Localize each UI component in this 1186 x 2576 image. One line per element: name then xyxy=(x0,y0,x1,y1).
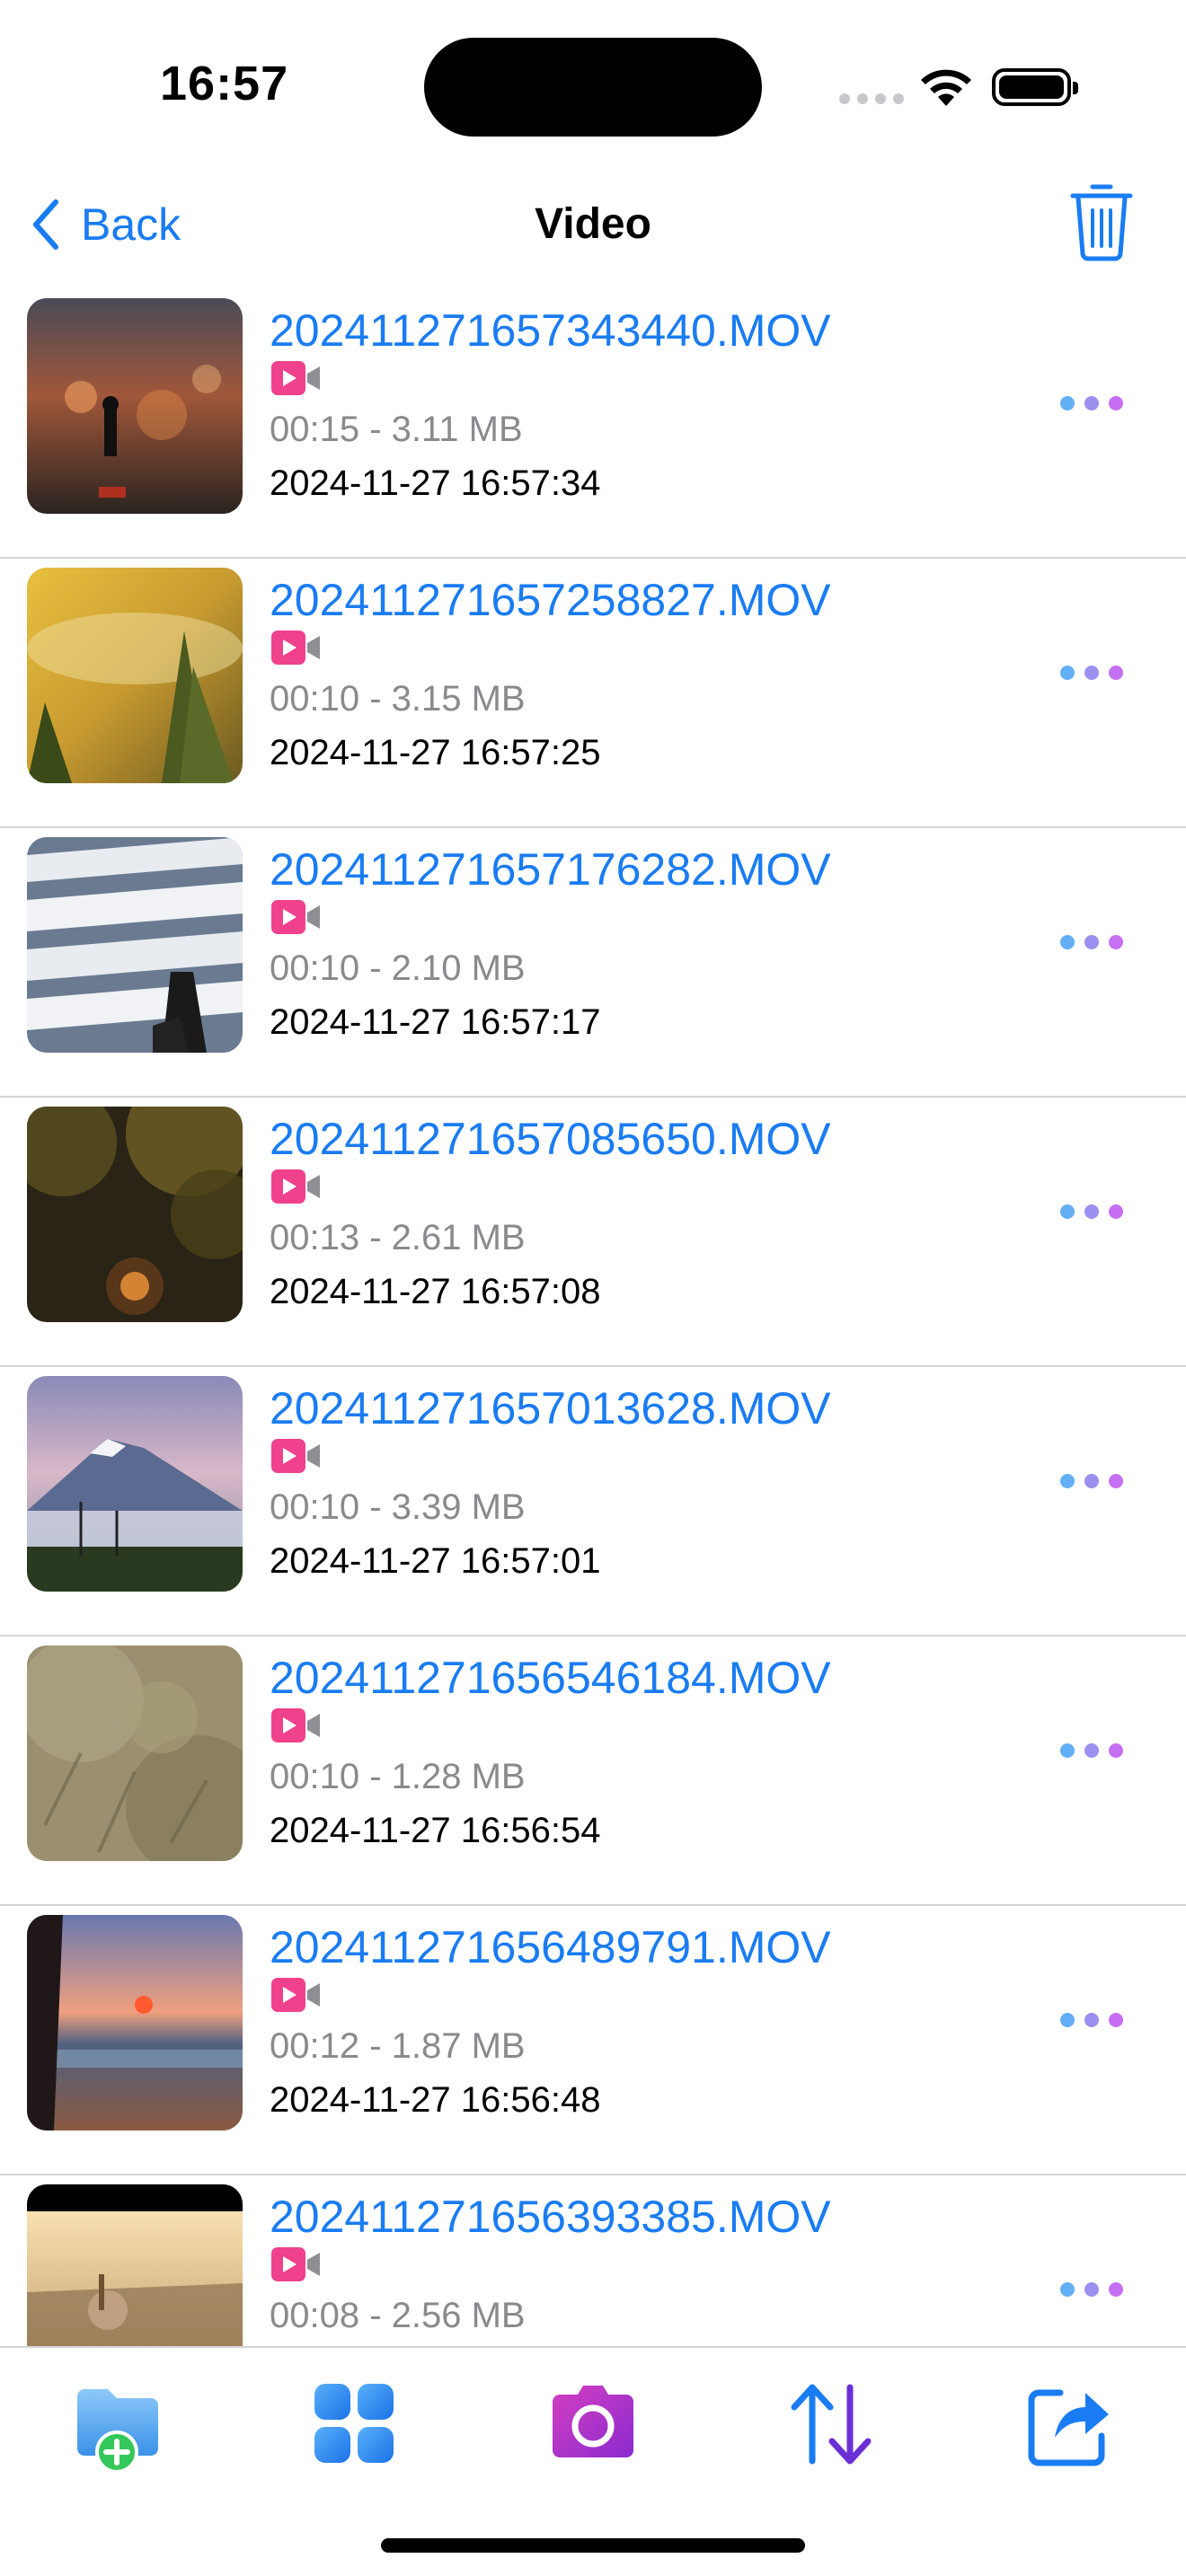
video-thumbnail xyxy=(27,1376,243,1592)
video-row[interactable]: 202411271656393385.MOV 00:08 - 2.56 MB xyxy=(0,2175,1186,2346)
video-camera-icon xyxy=(271,1169,320,1204)
duration-size: 00:12 - 1.87 MB xyxy=(270,2026,526,2066)
ellipsis-dot xyxy=(1060,396,1075,410)
ellipsis-dot xyxy=(1060,1474,1075,1488)
ellipsis-dot xyxy=(1109,396,1123,410)
video-row[interactable]: 202411271657258827.MOV 00:10 - 3.15 MB 2… xyxy=(0,559,1186,828)
share-icon[interactable] xyxy=(1019,2375,1118,2474)
video-camera-icon xyxy=(271,1708,320,1742)
video-row[interactable]: 202411271657343440.MOV 00:15 - 3.11 MB 2… xyxy=(0,289,1186,559)
battery-icon xyxy=(992,68,1078,106)
duration-size: 00:15 - 3.11 MB xyxy=(270,410,523,449)
ellipsis-dot xyxy=(1060,1743,1075,1758)
video-thumbnail xyxy=(27,1107,243,1322)
more-options-button[interactable] xyxy=(1060,1460,1123,1502)
ellipsis-dot xyxy=(1109,2282,1123,2297)
ellipsis-dot xyxy=(1060,2282,1075,2297)
home-indicator xyxy=(381,2538,805,2553)
more-options-button[interactable] xyxy=(1060,1999,1123,2041)
status-bar: 16:57 xyxy=(0,0,1186,171)
file-name[interactable]: 202411271656393385.MOV xyxy=(270,2188,831,2245)
ellipsis-dot xyxy=(1109,1743,1123,1758)
more-options-button[interactable] xyxy=(1060,383,1123,424)
file-name[interactable]: 202411271656489791.MOV xyxy=(270,1919,831,1976)
ellipsis-dot xyxy=(1109,935,1123,949)
video-camera-icon xyxy=(271,2247,320,2281)
file-name[interactable]: 202411271657085650.MOV xyxy=(270,1110,831,1168)
grid-icon[interactable] xyxy=(305,2375,404,2474)
file-date: 2024-11-27 16:56:54 xyxy=(270,1811,601,1850)
video-row[interactable]: 202411271657013628.MOV 00:10 - 3.39 MB 2… xyxy=(0,1367,1186,1636)
duration-size: 00:13 - 2.61 MB xyxy=(270,1218,526,1257)
ellipsis-dot xyxy=(1084,1743,1099,1758)
ellipsis-dot xyxy=(1109,2013,1123,2027)
video-camera-icon xyxy=(271,361,320,395)
ellipsis-dot xyxy=(1060,666,1075,680)
wifi-icon xyxy=(921,69,971,106)
file-date: 2024-11-27 16:57:01 xyxy=(270,1541,601,1581)
ellipsis-dot xyxy=(1084,396,1099,410)
video-thumbnail xyxy=(27,568,243,783)
video-camera-icon xyxy=(271,900,320,934)
ellipsis-dot xyxy=(1060,935,1075,949)
camera-icon[interactable] xyxy=(544,2375,642,2474)
more-options-button[interactable] xyxy=(1060,652,1123,693)
ellipsis-dot xyxy=(1084,2013,1099,2027)
video-file-list: 202411271657343440.MOV 00:15 - 3.11 MB 2… xyxy=(0,289,1186,2346)
file-date: 2024-11-27 16:57:25 xyxy=(270,733,601,772)
video-row[interactable]: 202411271656489791.MOV 00:12 - 1.87 MB 2… xyxy=(0,1906,1186,2175)
ellipsis-dot xyxy=(1109,1474,1123,1488)
ellipsis-dot xyxy=(1084,1474,1099,1488)
duration-size: 00:10 - 2.10 MB xyxy=(270,948,526,988)
status-time: 16:57 xyxy=(160,57,289,110)
ellipsis-dot xyxy=(1109,666,1123,680)
navigation-bar: Back Video xyxy=(0,171,1186,296)
file-date: 2024-11-27 16:57:08 xyxy=(270,1272,601,1311)
duration-size: 00:10 - 1.28 MB xyxy=(270,1757,526,1796)
ellipsis-dot xyxy=(1109,1204,1123,1219)
file-name[interactable]: 202411271657258827.MOV xyxy=(270,571,831,629)
ellipsis-dot xyxy=(1084,2282,1099,2297)
duration-size: 00:10 - 3.39 MB xyxy=(270,1487,526,1527)
ellipsis-dot xyxy=(1084,935,1099,949)
ellipsis-dot xyxy=(1084,666,1099,680)
duration-size: 00:08 - 2.56 MB xyxy=(270,2296,526,2335)
video-thumbnail xyxy=(27,1915,243,2130)
video-thumbnail xyxy=(27,1645,243,1861)
video-thumbnail xyxy=(27,298,243,514)
cellular-signal-icon xyxy=(839,93,906,104)
ellipsis-dot xyxy=(1060,1204,1075,1219)
more-options-button[interactable] xyxy=(1060,1191,1123,1232)
video-camera-icon xyxy=(271,631,320,665)
video-thumbnail xyxy=(27,2184,243,2346)
file-name[interactable]: 202411271656546184.MOV xyxy=(270,1649,831,1707)
dynamic-island xyxy=(424,38,762,137)
file-name[interactable]: 202411271657013628.MOV xyxy=(270,1380,831,1437)
video-row[interactable]: 202411271657085650.MOV 00:13 - 2.61 MB 2… xyxy=(0,1098,1186,1367)
more-options-button[interactable] xyxy=(1060,2269,1123,2310)
ellipsis-dot xyxy=(1060,2013,1075,2027)
file-date: 2024-11-27 16:56:48 xyxy=(270,2080,601,2120)
video-row[interactable]: 202411271656546184.MOV 00:10 - 1.28 MB 2… xyxy=(0,1636,1186,1906)
video-camera-icon xyxy=(271,1978,320,2012)
video-camera-icon xyxy=(271,1439,320,1473)
folder-add-icon[interactable] xyxy=(68,2375,167,2474)
file-date: 2024-11-27 16:57:34 xyxy=(270,463,601,503)
file-name[interactable]: 202411271657343440.MOV xyxy=(270,302,831,359)
file-date: 2024-11-27 16:57:17 xyxy=(270,1002,601,1042)
ellipsis-dot xyxy=(1084,1204,1099,1219)
duration-size: 00:10 - 3.15 MB xyxy=(270,679,526,719)
video-thumbnail xyxy=(27,837,243,1053)
more-options-button[interactable] xyxy=(1060,922,1123,963)
more-options-button[interactable] xyxy=(1060,1730,1123,1771)
video-row[interactable]: 202411271657176282.MOV 00:10 - 2.10 MB 2… xyxy=(0,828,1186,1098)
page-title: Video xyxy=(535,200,651,248)
file-name[interactable]: 202411271657176282.MOV xyxy=(270,841,831,898)
trash-icon[interactable] xyxy=(1066,176,1137,266)
sort-icon[interactable] xyxy=(782,2375,881,2474)
